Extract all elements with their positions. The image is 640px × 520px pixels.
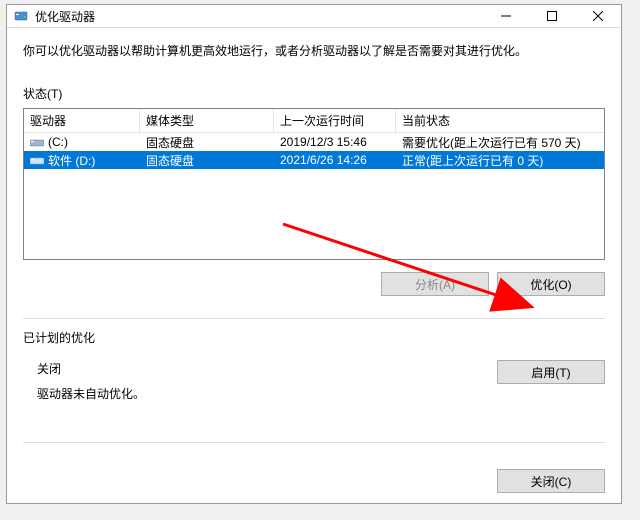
analyze-button: 分析(A) [381, 272, 489, 296]
description-text: 你可以优化驱动器以帮助计算机更高效地运行，或者分析驱动器以了解是否需要对其进行优… [23, 42, 605, 59]
drive-status: 正常(距上次运行已有 0 天) [396, 151, 604, 169]
scheduled-body: 关闭 驱动器未自动优化。 启用(T) [23, 360, 605, 402]
maximize-button[interactable] [529, 5, 575, 27]
column-media[interactable]: 媒体类型 [140, 109, 274, 132]
scheduled-note: 驱动器未自动优化。 [37, 385, 497, 402]
column-lastrun[interactable]: 上一次运行时间 [274, 109, 396, 132]
optimize-button[interactable]: 优化(O) [497, 272, 605, 296]
drive-lastrun: 2019/12/3 15:46 [274, 133, 396, 151]
content-area: 你可以优化驱动器以帮助计算机更高效地运行，或者分析驱动器以了解是否需要对其进行优… [7, 28, 621, 503]
separator [23, 318, 605, 319]
column-status[interactable]: 当前状态 [396, 109, 604, 132]
drive-lastrun: 2021/6/26 14:26 [274, 151, 396, 169]
minimize-button[interactable] [483, 5, 529, 27]
separator [23, 442, 605, 443]
drive-icon [30, 137, 44, 147]
window: 优化驱动器 你可以优化驱动器以帮助计算机更高效地运行，或者分析驱动器以了解是否需… [6, 4, 622, 504]
drive-icon [30, 155, 44, 165]
titlebar: 优化驱动器 [7, 5, 621, 28]
enable-button[interactable]: 启用(T) [497, 360, 605, 384]
table-header[interactable]: 驱动器 媒体类型 上一次运行时间 当前状态 [24, 109, 604, 133]
action-buttons: 分析(A) 优化(O) [23, 272, 605, 296]
titlebar-controls [483, 5, 621, 27]
drive-media: 固态硬盘 [140, 151, 274, 169]
scheduled-title: 已计划的优化 [23, 329, 605, 346]
table-row[interactable]: (C:) 固态硬盘 2019/12/3 15:46 需要优化(距上次运行已有 5… [24, 133, 604, 151]
column-drive[interactable]: 驱动器 [24, 109, 140, 132]
close-window-button[interactable] [575, 5, 621, 27]
drive-name: 软件 (D:) [48, 152, 95, 169]
drive-media: 固态硬盘 [140, 133, 274, 151]
bottom-buttons: 关闭(C) [23, 453, 605, 493]
drive-status: 需要优化(距上次运行已有 570 天) [396, 133, 604, 151]
scheduled-off: 关闭 [37, 360, 497, 377]
status-label: 状态(T) [23, 85, 605, 102]
window-title: 优化驱动器 [35, 8, 483, 25]
table-row[interactable]: 软件 (D:) 固态硬盘 2021/6/26 14:26 正常(距上次运行已有 … [24, 151, 604, 169]
app-icon [13, 8, 29, 24]
drive-table: 驱动器 媒体类型 上一次运行时间 当前状态 (C:) 固态硬盘 2019/12/… [23, 108, 605, 260]
close-button[interactable]: 关闭(C) [497, 469, 605, 493]
drive-name: (C:) [48, 135, 68, 149]
